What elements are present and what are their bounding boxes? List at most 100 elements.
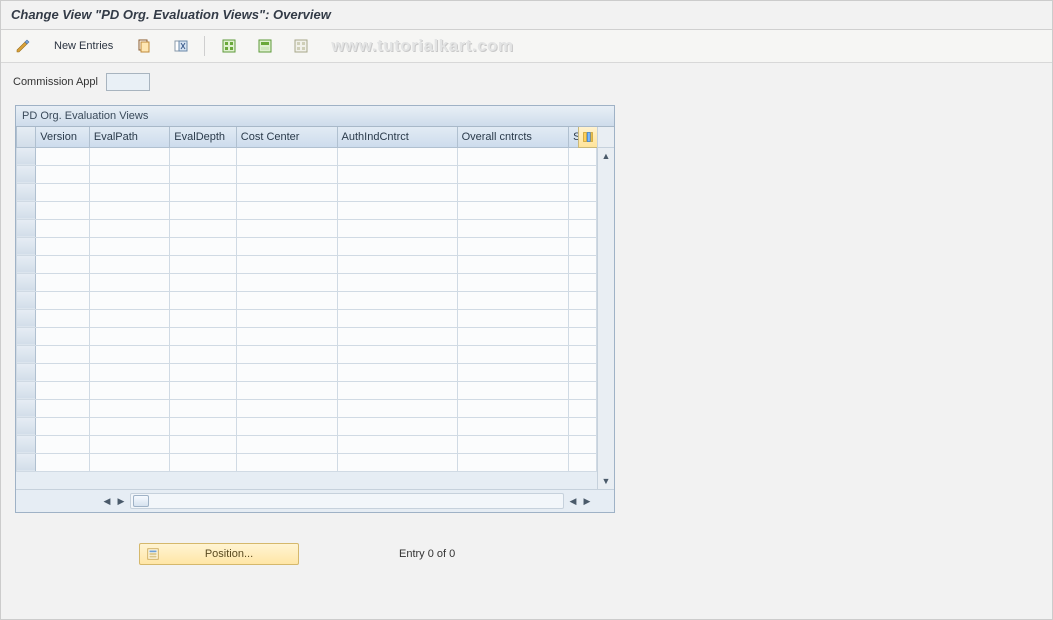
cell[interactable] — [457, 183, 568, 201]
scroll-right-step-icon[interactable]: ▶ — [114, 494, 128, 508]
cell[interactable] — [569, 165, 597, 183]
cell[interactable] — [236, 435, 337, 453]
cell[interactable] — [36, 291, 90, 309]
select-all-icon[interactable] — [213, 34, 245, 58]
cell[interactable] — [36, 327, 90, 345]
cell[interactable] — [337, 237, 457, 255]
cell[interactable] — [170, 309, 236, 327]
row-selector[interactable] — [17, 417, 36, 435]
cell[interactable] — [457, 417, 568, 435]
cell[interactable] — [236, 273, 337, 291]
cell[interactable] — [569, 345, 597, 363]
cell[interactable] — [236, 381, 337, 399]
cell[interactable] — [337, 183, 457, 201]
table-row[interactable] — [17, 363, 597, 381]
cell[interactable] — [337, 147, 457, 165]
cell[interactable] — [89, 165, 169, 183]
table-row[interactable] — [17, 345, 597, 363]
cell[interactable] — [170, 417, 236, 435]
cell[interactable] — [457, 165, 568, 183]
cell[interactable] — [457, 201, 568, 219]
cell[interactable] — [89, 453, 169, 471]
cell[interactable] — [337, 435, 457, 453]
cell[interactable] — [337, 273, 457, 291]
copy-as-icon[interactable] — [128, 34, 160, 58]
cell[interactable] — [89, 237, 169, 255]
cell[interactable] — [457, 273, 568, 291]
hscroll-track[interactable] — [130, 493, 564, 509]
row-selector[interactable] — [17, 201, 36, 219]
table-row[interactable] — [17, 327, 597, 345]
cell[interactable] — [337, 219, 457, 237]
cell[interactable] — [89, 417, 169, 435]
cell[interactable] — [36, 309, 90, 327]
cell[interactable] — [89, 291, 169, 309]
cell[interactable] — [89, 327, 169, 345]
cell[interactable] — [236, 327, 337, 345]
table-row[interactable] — [17, 381, 597, 399]
cell[interactable] — [36, 435, 90, 453]
cell[interactable] — [236, 417, 337, 435]
table-row[interactable] — [17, 435, 597, 453]
cell[interactable] — [170, 255, 236, 273]
cell[interactable] — [337, 417, 457, 435]
cell[interactable] — [337, 327, 457, 345]
cell[interactable] — [569, 453, 597, 471]
cell[interactable] — [457, 255, 568, 273]
col-header-version[interactable]: Version — [36, 127, 90, 147]
row-selector[interactable] — [17, 381, 36, 399]
scroll-right-icon[interactable]: ▶ — [580, 494, 594, 508]
cell[interactable] — [236, 165, 337, 183]
cell[interactable] — [170, 381, 236, 399]
row-selector[interactable] — [17, 399, 36, 417]
cell[interactable] — [569, 273, 597, 291]
cell[interactable] — [337, 291, 457, 309]
cell[interactable] — [170, 183, 236, 201]
table-row[interactable] — [17, 273, 597, 291]
col-header-evaldepth[interactable]: EvalDepth — [170, 127, 236, 147]
vertical-scrollbar[interactable]: ▲ ▼ — [597, 127, 614, 489]
cell[interactable] — [89, 345, 169, 363]
col-header-authindcntrct[interactable]: AuthIndCntrct — [337, 127, 457, 147]
cell[interactable] — [89, 381, 169, 399]
row-selector[interactable] — [17, 183, 36, 201]
cell[interactable] — [170, 399, 236, 417]
table-row[interactable] — [17, 183, 597, 201]
row-selector[interactable] — [17, 147, 36, 165]
cell[interactable] — [569, 147, 597, 165]
cell[interactable] — [89, 183, 169, 201]
cell[interactable] — [236, 219, 337, 237]
cell[interactable] — [236, 147, 337, 165]
cell[interactable] — [337, 345, 457, 363]
delete-icon[interactable] — [164, 34, 196, 58]
table-row[interactable] — [17, 309, 597, 327]
row-selector[interactable] — [17, 363, 36, 381]
cell[interactable] — [36, 237, 90, 255]
configure-columns-icon[interactable] — [578, 127, 597, 148]
row-selector-header[interactable] — [17, 127, 36, 147]
cell[interactable] — [569, 363, 597, 381]
table-row[interactable] — [17, 255, 597, 273]
cell[interactable] — [170, 291, 236, 309]
cell[interactable] — [569, 399, 597, 417]
cell[interactable] — [236, 237, 337, 255]
scroll-left-icon[interactable]: ◀ — [100, 494, 114, 508]
cell[interactable] — [457, 291, 568, 309]
row-selector[interactable] — [17, 237, 36, 255]
cell[interactable] — [36, 255, 90, 273]
cell[interactable] — [236, 363, 337, 381]
cell[interactable] — [89, 147, 169, 165]
cell[interactable] — [236, 309, 337, 327]
cell[interactable] — [236, 345, 337, 363]
cell[interactable] — [170, 435, 236, 453]
cell[interactable] — [236, 399, 337, 417]
row-selector[interactable] — [17, 291, 36, 309]
cell[interactable] — [89, 255, 169, 273]
cell[interactable] — [569, 219, 597, 237]
commission-appl-input[interactable] — [106, 73, 150, 91]
data-table[interactable]: Version EvalPath EvalDepth Cost Center A… — [16, 127, 597, 472]
scroll-up-icon[interactable]: ▲ — [598, 148, 614, 164]
cell[interactable] — [457, 453, 568, 471]
cell[interactable] — [89, 363, 169, 381]
row-selector[interactable] — [17, 165, 36, 183]
